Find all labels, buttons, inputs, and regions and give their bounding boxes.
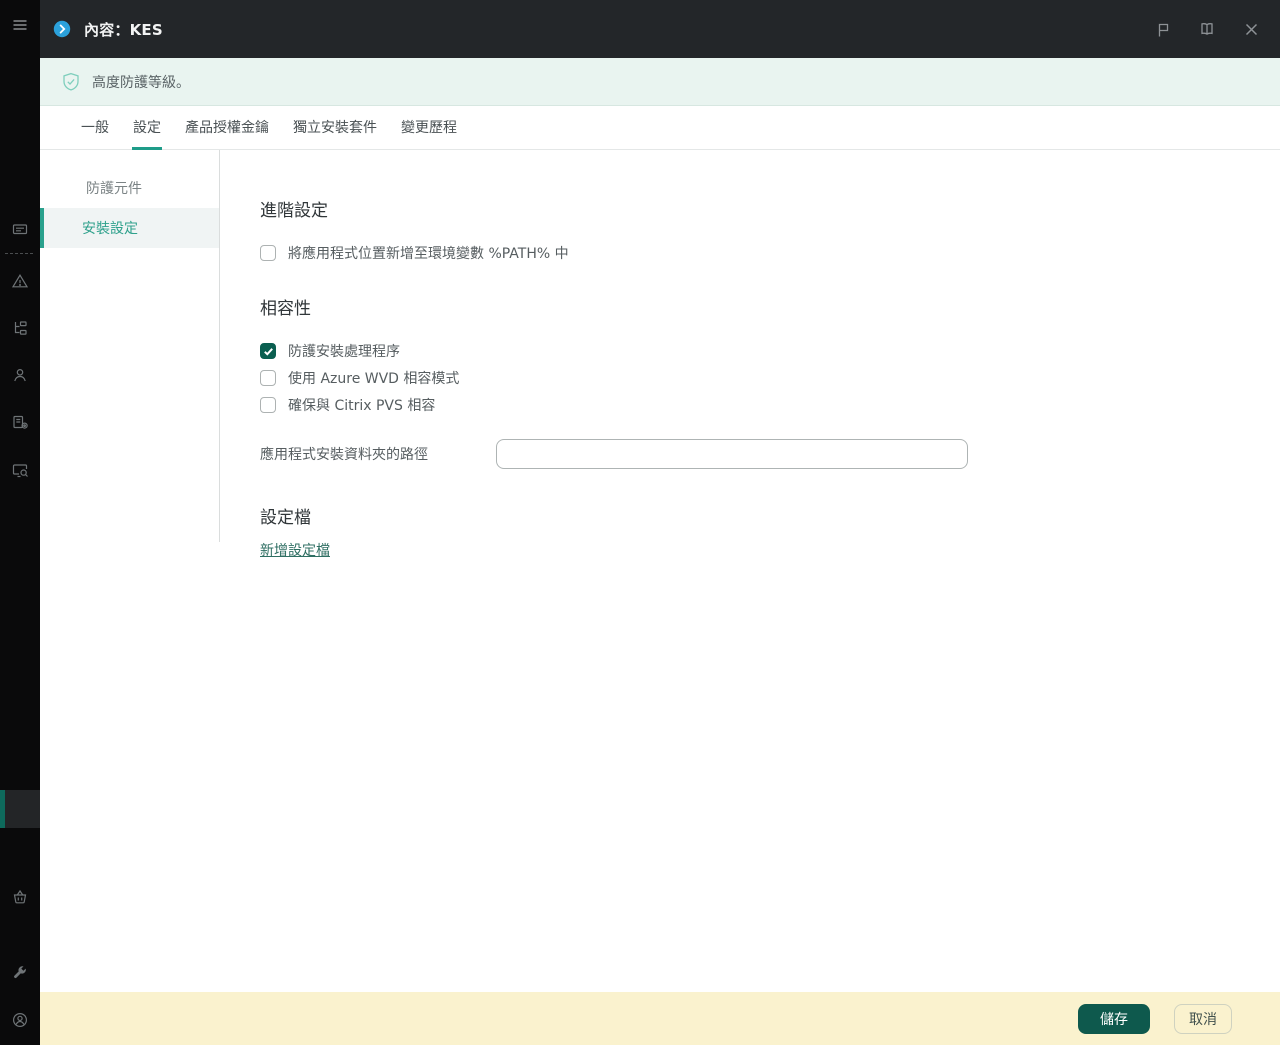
alerts-icon[interactable] (0, 264, 40, 298)
operations-icon[interactable] (0, 405, 40, 439)
hamburger-icon[interactable] (0, 8, 40, 42)
save-button[interactable]: 儲存 (1078, 1003, 1150, 1034)
flag-icon[interactable] (1152, 18, 1174, 40)
checkbox-protect-installation[interactable] (260, 343, 276, 359)
settings-subnav: 防護元件 安裝設定 (40, 150, 220, 542)
install-path-input[interactable] (496, 439, 968, 469)
checkbox-citrix-pvs[interactable] (260, 397, 276, 413)
option-citrix-pvs: 確保與 Citrix PVS 相容 (260, 395, 1240, 415)
settings-content: 進階設定 將應用程式位置新增至環境變數 %PATH% 中 相容性 防護安裝處理程… (220, 150, 1280, 992)
panel-header: 內容：KES (40, 0, 1280, 58)
shield-check-icon (60, 71, 82, 93)
panel-footer: 儲存 取消 (40, 992, 1280, 1045)
panel-title: 內容：KES (84, 20, 163, 39)
install-path-row: 應用程式安裝資料夾的路徑 (260, 439, 1240, 469)
tab-license-keys[interactable]: 產品授權金鑰 (184, 117, 270, 149)
checkbox-add-path[interactable] (260, 245, 276, 261)
subnav-item-protection-components[interactable]: 防護元件 (40, 168, 219, 208)
compatibility-heading: 相容性 (260, 299, 311, 319)
tab-bar: 一般 設定 產品授權金鑰 獨立安裝套件 變更歷程 (40, 106, 1280, 150)
checkbox-label: 將應用程式位置新增至環境變數 %PATH% 中 (288, 246, 569, 262)
devices-icon[interactable] (0, 311, 40, 345)
collapsed-sidebar (0, 0, 40, 1045)
account-icon[interactable] (0, 1003, 40, 1037)
panel-body: 防護元件 安裝設定 進階設定 將應用程式位置新增至環境變數 %PATH% 中 相… (40, 150, 1280, 992)
option-add-path: 將應用程式位置新增至環境變數 %PATH% 中 (260, 243, 1240, 263)
marketplace-icon[interactable] (0, 880, 40, 914)
checkbox-label: 防護安裝處理程序 (288, 344, 400, 360)
info-circle-icon (52, 19, 72, 39)
users-icon[interactable] (0, 358, 40, 392)
add-config-file-link[interactable]: 新增設定檔 (260, 540, 330, 560)
close-icon[interactable] (1240, 18, 1262, 40)
discovery-icon[interactable] (0, 453, 40, 487)
monitoring-icon[interactable] (0, 213, 40, 247)
tab-standalone-packages[interactable]: 獨立安裝套件 (292, 117, 378, 149)
tab-general[interactable]: 一般 (80, 117, 110, 149)
tab-settings[interactable]: 設定 (132, 117, 162, 150)
book-icon[interactable] (1196, 18, 1218, 40)
config-file-heading: 設定檔 (260, 508, 311, 528)
properties-panel: 內容：KES 高度防護等級。 一般 設定 產品授權金鑰 獨立安裝套件 變更歷程 (40, 0, 1280, 1045)
protection-level-banner: 高度防護等級。 (40, 58, 1280, 106)
subnav-item-installation-settings[interactable]: 安裝設定 (40, 208, 219, 248)
option-azure-wvd: 使用 Azure WVD 相容模式 (260, 368, 1240, 388)
option-protect-installation: 防護安裝處理程序 (260, 341, 1240, 361)
checkbox-azure-wvd[interactable] (260, 370, 276, 386)
sidebar-active-section[interactable] (0, 790, 40, 828)
sidebar-divider (5, 253, 33, 254)
install-path-label: 應用程式安裝資料夾的路徑 (260, 447, 428, 463)
console-settings-icon[interactable] (0, 955, 40, 989)
checkbox-label: 確保與 Citrix PVS 相容 (288, 398, 436, 414)
cancel-button[interactable]: 取消 (1174, 1003, 1232, 1034)
tab-revision-history[interactable]: 變更歷程 (400, 117, 458, 149)
advanced-settings-heading: 進階設定 (260, 201, 328, 221)
protection-level-text: 高度防護等級。 (92, 74, 190, 91)
checkbox-label: 使用 Azure WVD 相容模式 (288, 371, 460, 387)
